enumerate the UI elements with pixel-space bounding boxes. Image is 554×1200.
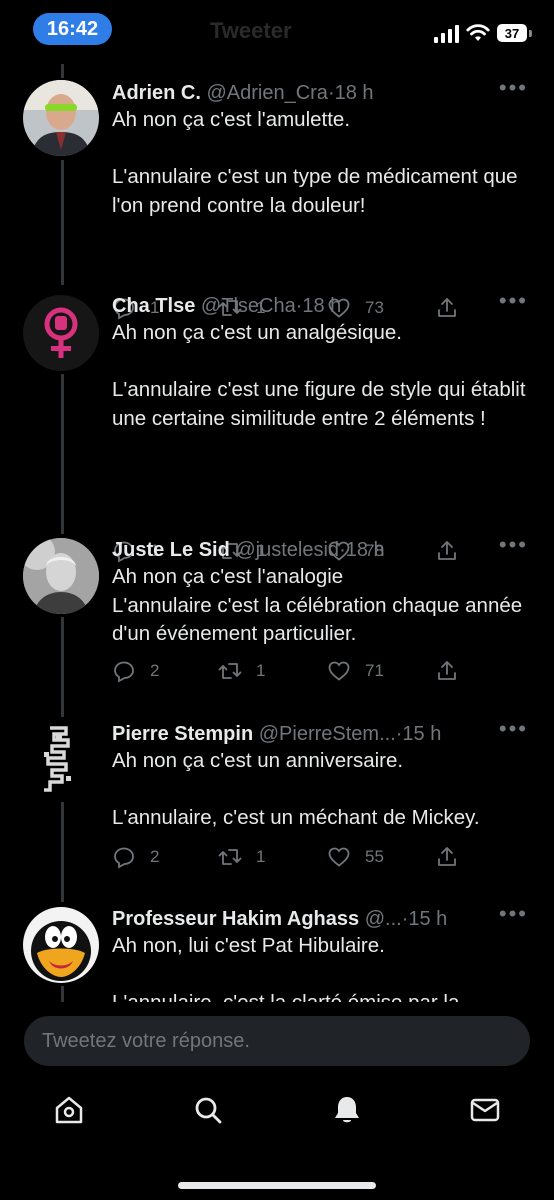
user-handle[interactable]: @Adrien_Cra — [206, 82, 327, 104]
reply-button[interactable]: 2 — [112, 657, 159, 685]
status-time[interactable]: 16:42 — [33, 13, 112, 45]
separator-dot: · — [339, 539, 346, 561]
cellular-signal-icon — [434, 25, 459, 43]
tweet-text-line: L'annulaire, c'est la clarté émise par l… — [112, 989, 532, 1002]
tweet-text-line: L'annulaire, c'est un méchant de Mickey. — [112, 806, 480, 829]
tweet-time: 15 h — [402, 723, 442, 745]
tweet-header: Pierre Stempin @PierreStem...·15 h — [112, 719, 524, 749]
retweet-count: 1 — [256, 661, 266, 680]
tweet-actions: 2 1 55 — [112, 843, 472, 871]
share-button[interactable] — [435, 843, 473, 871]
retweet-button[interactable]: 1 — [218, 657, 265, 685]
home-indicator[interactable] — [178, 1182, 376, 1189]
home-icon — [55, 1096, 83, 1124]
tweet-header: Cha Tlse @TlseCha·18 h — [112, 291, 524, 321]
more-options-icon[interactable]: ••• — [499, 77, 528, 99]
tab-home[interactable] — [49, 1090, 89, 1130]
display-name[interactable]: Pierre Stempin — [112, 723, 253, 745]
display-name[interactable]: Professeur Hakim Aghass — [112, 908, 359, 930]
battery-level: 37 — [497, 24, 527, 42]
retweet-icon — [218, 849, 242, 865]
thread-line — [61, 374, 64, 534]
tweet-text-line: Ah non ça c'est un anniversaire. — [112, 749, 404, 772]
like-count: 71 — [365, 661, 384, 680]
tweet-text-line: L'annulaire c'est la célébration chaque … — [112, 593, 523, 646]
user-handle[interactable]: @TlseCha — [201, 295, 296, 317]
share-icon — [438, 661, 456, 680]
bottom-bar — [0, 1002, 554, 1200]
user-handle[interactable]: @... — [365, 908, 402, 930]
share-icon — [438, 847, 456, 866]
reply-count: 2 — [150, 661, 160, 680]
tweet-text-line: L'annulaire c'est un type de médicament … — [112, 165, 518, 217]
faded-header-title: Tweeter — [210, 18, 292, 43]
display-name[interactable]: Adrien C. — [112, 82, 201, 104]
like-button[interactable]: 71 — [327, 657, 384, 685]
thread-line — [61, 802, 64, 902]
tab-bar — [0, 1090, 554, 1140]
messages-icon — [470, 1098, 500, 1122]
tweet-text-line: L'annulaire c'est une figure de style qu… — [112, 378, 526, 430]
status-bar: Tweeter 16:42 37 — [0, 0, 554, 64]
display-name[interactable]: Juste Le Sid — [112, 539, 230, 561]
tweet-text-line: Ah non ça c'est l'amulette. — [112, 108, 351, 131]
avatar[interactable] — [23, 538, 99, 614]
tweet-time: 18 h — [345, 539, 385, 561]
retweet-count: 1 — [256, 847, 266, 866]
more-options-icon[interactable]: ••• — [499, 718, 528, 740]
tweet-text: Ah non ça c'est un analgésique. L'annula… — [112, 319, 532, 433]
more-options-icon[interactable]: ••• — [499, 903, 528, 925]
avatar[interactable] — [23, 295, 99, 371]
avatar[interactable] — [23, 80, 99, 156]
retweet-icon — [218, 663, 242, 679]
share-button[interactable] — [435, 657, 473, 685]
tweet-text: Ah non ça c'est un anniversaire. L'annul… — [112, 747, 532, 833]
reply-count: 2 — [150, 847, 160, 866]
search-icon — [195, 1097, 222, 1124]
thread-line — [61, 160, 64, 285]
tweet-time: 18 h — [302, 295, 342, 317]
reply-button[interactable]: 2 — [112, 843, 159, 871]
tweet-text: Ah non, lui c'est Pat Hibulaire. L'annul… — [112, 932, 532, 1002]
tweet-time: 18 h — [334, 82, 374, 104]
reply-icon — [114, 847, 134, 869]
battery-icon: 37 — [497, 24, 533, 44]
thread-line — [61, 986, 64, 1002]
heart-icon — [328, 661, 350, 681]
tab-messages[interactable] — [465, 1090, 505, 1130]
more-options-icon[interactable]: ••• — [499, 290, 528, 312]
tab-search[interactable] — [188, 1090, 228, 1130]
separator-dot: · — [327, 82, 335, 104]
tweet-text-line: Ah non, lui c'est Pat Hibulaire. — [112, 934, 385, 957]
tab-notifications[interactable] — [327, 1090, 367, 1130]
user-handle[interactable]: @justelesid — [235, 539, 339, 561]
tweet-time: 15 h — [408, 908, 448, 930]
reply-icon — [114, 661, 134, 683]
thread-line — [61, 64, 64, 78]
avatar[interactable] — [23, 907, 99, 983]
tweet-header: Juste Le Sid @justelesid·18 h — [112, 535, 524, 565]
tweet-text: Ah non ça c'est l'analogie L'annulaire c… — [112, 563, 532, 649]
more-options-icon[interactable]: ••• — [499, 534, 528, 556]
tweet-header: Professeur Hakim Aghass @...·15 h — [112, 904, 524, 934]
tweet-header: Adrien C. @Adrien_Cra·18 h — [112, 78, 524, 108]
reply-input[interactable] — [24, 1016, 530, 1066]
wifi-icon — [466, 24, 490, 41]
like-count: 55 — [365, 847, 384, 866]
retweet-button[interactable]: 1 — [218, 843, 265, 871]
heart-icon — [328, 847, 350, 867]
tweet-text-line: Ah non ça c'est l'analogie — [112, 565, 344, 588]
like-button[interactable]: 55 — [327, 843, 384, 871]
display-name[interactable]: Cha Tlse — [112, 295, 195, 317]
tweet-text: Ah non ça c'est l'amulette. L'annulaire … — [112, 106, 532, 220]
notifications-icon — [335, 1097, 359, 1123]
tweet-actions: 2 1 71 — [112, 657, 472, 685]
user-handle[interactable]: @PierreStem... — [259, 723, 396, 745]
reply-thread[interactable]: Adrien C. @Adrien_Cra·18 h ••• Ah non ça… — [0, 64, 554, 1002]
tweet-text-line: Ah non ça c'est un analgésique. — [112, 321, 402, 344]
thread-line — [61, 617, 64, 717]
avatar[interactable] — [30, 722, 90, 798]
